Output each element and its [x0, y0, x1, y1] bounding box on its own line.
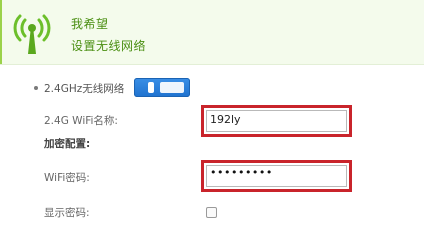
show-password-checkbox[interactable]	[206, 207, 217, 218]
wireless-toggle[interactable]	[134, 78, 190, 97]
header-title: 我希望	[71, 17, 109, 31]
wireless-band-label: 2.4GHz无线网络	[44, 83, 125, 95]
show-password-label: 显示密码:	[44, 207, 90, 219]
toggle-knob	[148, 82, 154, 93]
page-header: 我希望 设置无线网络	[0, 0, 424, 64]
ssid-field[interactable]	[201, 105, 352, 137]
header-accent-bar	[0, 0, 2, 64]
ssid-label: 2.4G WiFi名称:	[44, 115, 118, 127]
wifi-icon	[13, 14, 51, 54]
bullet-dot	[34, 86, 38, 90]
header-subtitle: 设置无线网络	[71, 39, 147, 53]
encryption-section-label: 加密配置:	[44, 138, 91, 150]
toggle-track	[160, 82, 184, 93]
header-divider	[0, 64, 424, 65]
password-label: WiFi密码:	[44, 172, 90, 184]
password-field[interactable]: •••••••••	[201, 160, 352, 192]
password-input[interactable]: •••••••••	[210, 166, 273, 179]
ssid-input[interactable]	[210, 111, 330, 127]
